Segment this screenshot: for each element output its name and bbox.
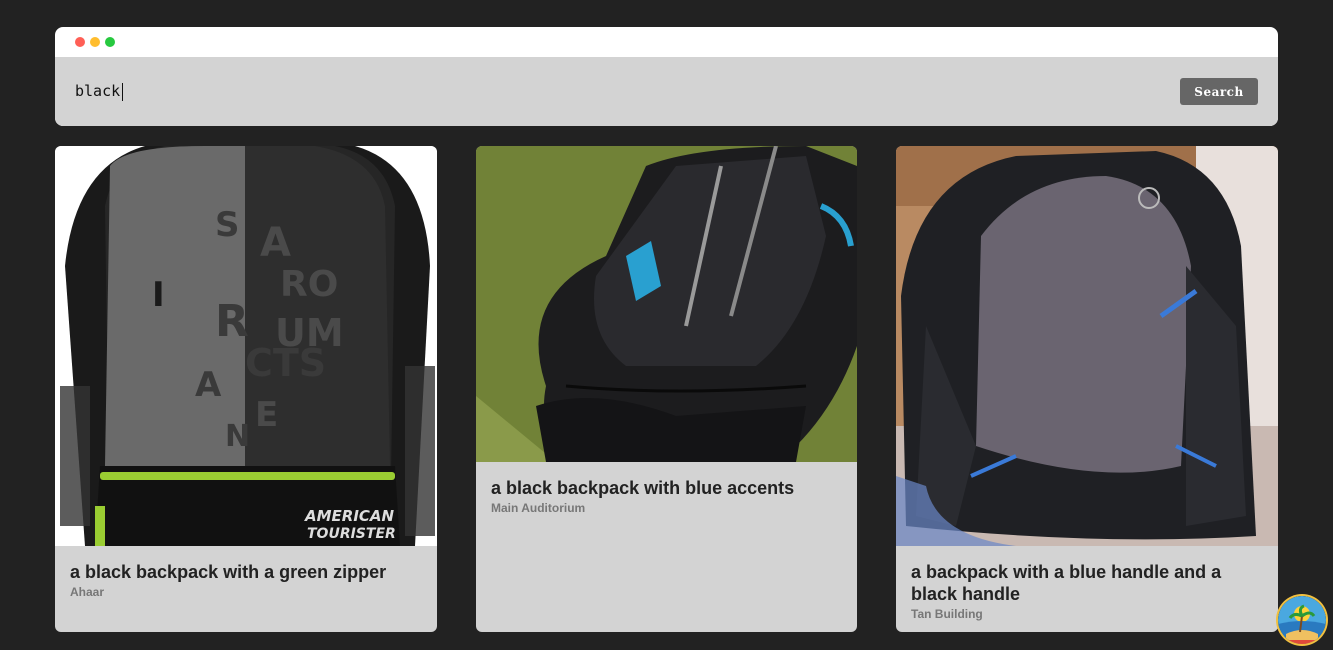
svg-text:I: I [152, 275, 165, 315]
card-location: Tan Building [911, 607, 983, 621]
card-title: a black backpack with a green zipper [70, 562, 387, 582]
window-close-dot[interactable] [75, 37, 85, 47]
svg-text:RO: RO [280, 264, 338, 305]
svg-text:A: A [260, 220, 291, 266]
result-card[interactable]: S A RO R UM CTS A E N I AMERICAN TOURIST… [55, 146, 437, 632]
window-minimize-dot[interactable] [90, 37, 100, 47]
svg-text:A: A [195, 365, 222, 405]
svg-text:AMERICAN: AMERICAN [304, 507, 395, 525]
card-title: a black backpack with blue accents [491, 478, 795, 498]
backpack-image [896, 146, 1278, 546]
window-titlebar [55, 27, 1278, 57]
floating-action-button[interactable] [1278, 596, 1326, 644]
card-title: a backpack with a blue handle and a blac… [911, 562, 1222, 604]
text-caret [122, 83, 123, 101]
search-input[interactable] [67, 75, 1067, 107]
svg-text:R: R [215, 296, 249, 347]
result-card[interactable]: a backpack with a blue handle and a blac… [896, 146, 1278, 632]
svg-text:TOURISTER: TOURISTER [307, 526, 396, 542]
result-card[interactable]: a black backpack with blue accents Main … [476, 146, 857, 632]
svg-text:CTS: CTS [245, 341, 326, 385]
backpack-image [476, 146, 857, 462]
card-location: Ahaar [70, 585, 105, 599]
card-body: a black backpack with blue accents Main … [491, 477, 842, 515]
card-body: a backpack with a blue handle and a blac… [911, 561, 1263, 621]
search-button[interactable]: Search [1180, 78, 1258, 105]
beach-island-icon [1278, 596, 1326, 644]
svg-text:N: N [225, 419, 250, 454]
search-bar: Search [55, 57, 1278, 126]
backpack-image: S A RO R UM CTS A E N I AMERICAN TOURIST… [55, 146, 437, 546]
svg-text:E: E [255, 395, 278, 435]
window-maximize-dot[interactable] [105, 37, 115, 47]
svg-text:S: S [215, 205, 240, 245]
card-body: a black backpack with a green zipper Aha… [70, 561, 422, 599]
card-location: Main Auditorium [491, 501, 586, 515]
search-window: Search [55, 27, 1278, 126]
